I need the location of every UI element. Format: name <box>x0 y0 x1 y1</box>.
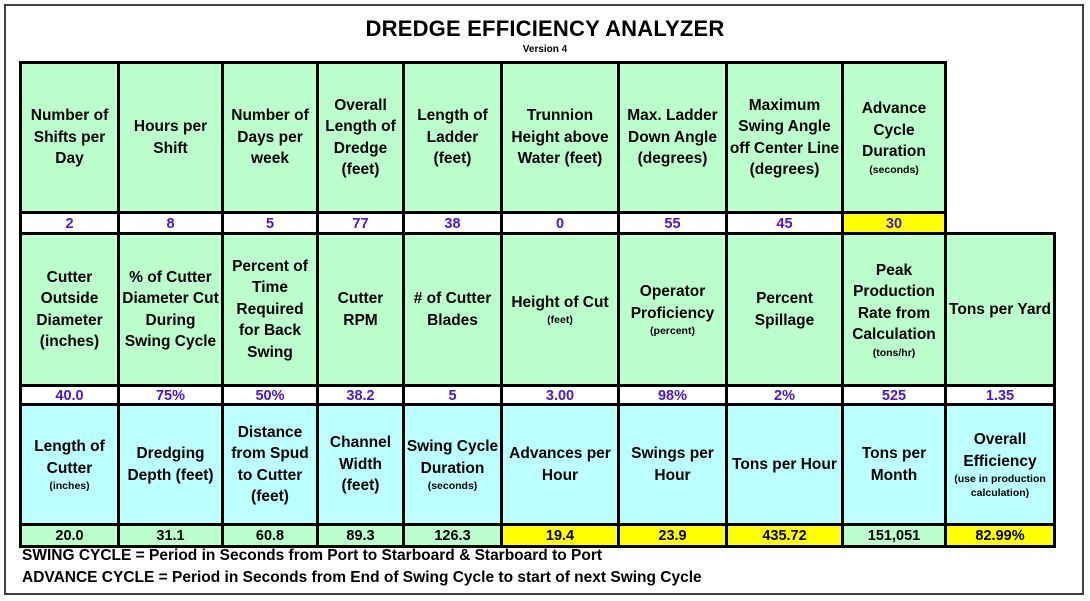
results-table: Length of Cutter (inches) Dredging Depth … <box>19 403 1056 548</box>
header-spud-distance: Distance from Spud to Cutter (feet) <box>221 403 319 526</box>
header-tons-per-month: Tons per Month <box>841 403 947 526</box>
advance-cycle-note: ADVANCE CYCLE = Period in Seconds from E… <box>22 569 702 586</box>
header-swing-angle: Maximum Swing Angle off Center Line (deg… <box>725 61 844 214</box>
header-dredge-length: Overall Length of Dredge (feet) <box>316 61 405 214</box>
spud-distance-value: 60.8 <box>221 523 319 548</box>
channel-width-value: 89.3 <box>316 523 405 548</box>
header-channel-width: Channel Width (feet) <box>316 403 405 526</box>
header-cutter-blades: # of Cutter Blades <box>402 232 503 387</box>
header-operator-proficiency: Operator Proficiency (percent) <box>617 232 728 387</box>
input-table-1: Number of Shifts per Day Hours per Shift… <box>19 61 947 237</box>
header-advances-per-hour: Advances per Hour <box>500 403 620 526</box>
cutter-length-value: 20.0 <box>19 523 120 548</box>
header-trunnion-height: Trunnion Height above Water (feet) <box>500 61 620 214</box>
input-table-2: Cutter Outside Diameter (inches) % of Cu… <box>19 232 1056 408</box>
header-swing-cycle: Swing Cycle Duration (seconds) <box>402 403 503 526</box>
header-swings-per-hour: Swings per Hour <box>617 403 728 526</box>
header-peak-production: Peak Production Rate from Calculation (to… <box>841 232 947 387</box>
header-overall-efficiency: Overall Efficiency (use in production cal… <box>944 403 1056 526</box>
header-back-swing-percent: Percent of Time Required for Back Swing <box>221 232 319 387</box>
header-hours-per-shift: Hours per Shift <box>117 61 224 214</box>
header-height-of-cut: Height of Cut (feet) <box>500 232 620 387</box>
header-diameter-cut-percent: % of Cutter Diameter Cut During Swing Cy… <box>117 232 224 387</box>
header-days-per-week: Number of Days per week <box>221 61 319 214</box>
header-advance-cycle: Advance Cycle Duration (seconds) <box>841 61 947 214</box>
overall-efficiency-value: 82.99% <box>944 523 1056 548</box>
header-cutter-diameter: Cutter Outside Diameter (inches) <box>19 232 120 387</box>
page-title: DREDGE EFFICIENCY ANALYZER <box>365 16 725 41</box>
swing-cycle-note: SWING CYCLE = Period in Seconds from Por… <box>22 547 603 564</box>
tons-per-hour-value: 435.72 <box>725 523 844 548</box>
advances-per-hour-value: 19.4 <box>500 523 620 548</box>
header-cutter-length: Length of Cutter (inches) <box>19 403 120 526</box>
swing-cycle-value: 126.3 <box>402 523 503 548</box>
version-label: Version 4 <box>522 44 568 55</box>
header-dredging-depth: Dredging Depth (feet) <box>117 403 224 526</box>
swings-per-hour-value: 23.9 <box>617 523 728 548</box>
header-ladder-length: Length of Ladder (feet) <box>402 61 503 214</box>
header-tons-per-hour: Tons per Hour <box>725 403 844 526</box>
header-percent-spillage: Percent Spillage <box>725 232 844 387</box>
dredging-depth-value: 31.1 <box>117 523 224 548</box>
header-cutter-rpm: Cutter RPM <box>316 232 405 387</box>
tons-per-month-value: 151,051 <box>841 523 947 548</box>
header-shifts-per-day: Number of Shifts per Day <box>19 61 120 214</box>
header-tons-per-yard: Tons per Yard <box>944 232 1056 387</box>
header-ladder-angle: Max. Ladder Down Angle (degrees) <box>617 61 728 214</box>
